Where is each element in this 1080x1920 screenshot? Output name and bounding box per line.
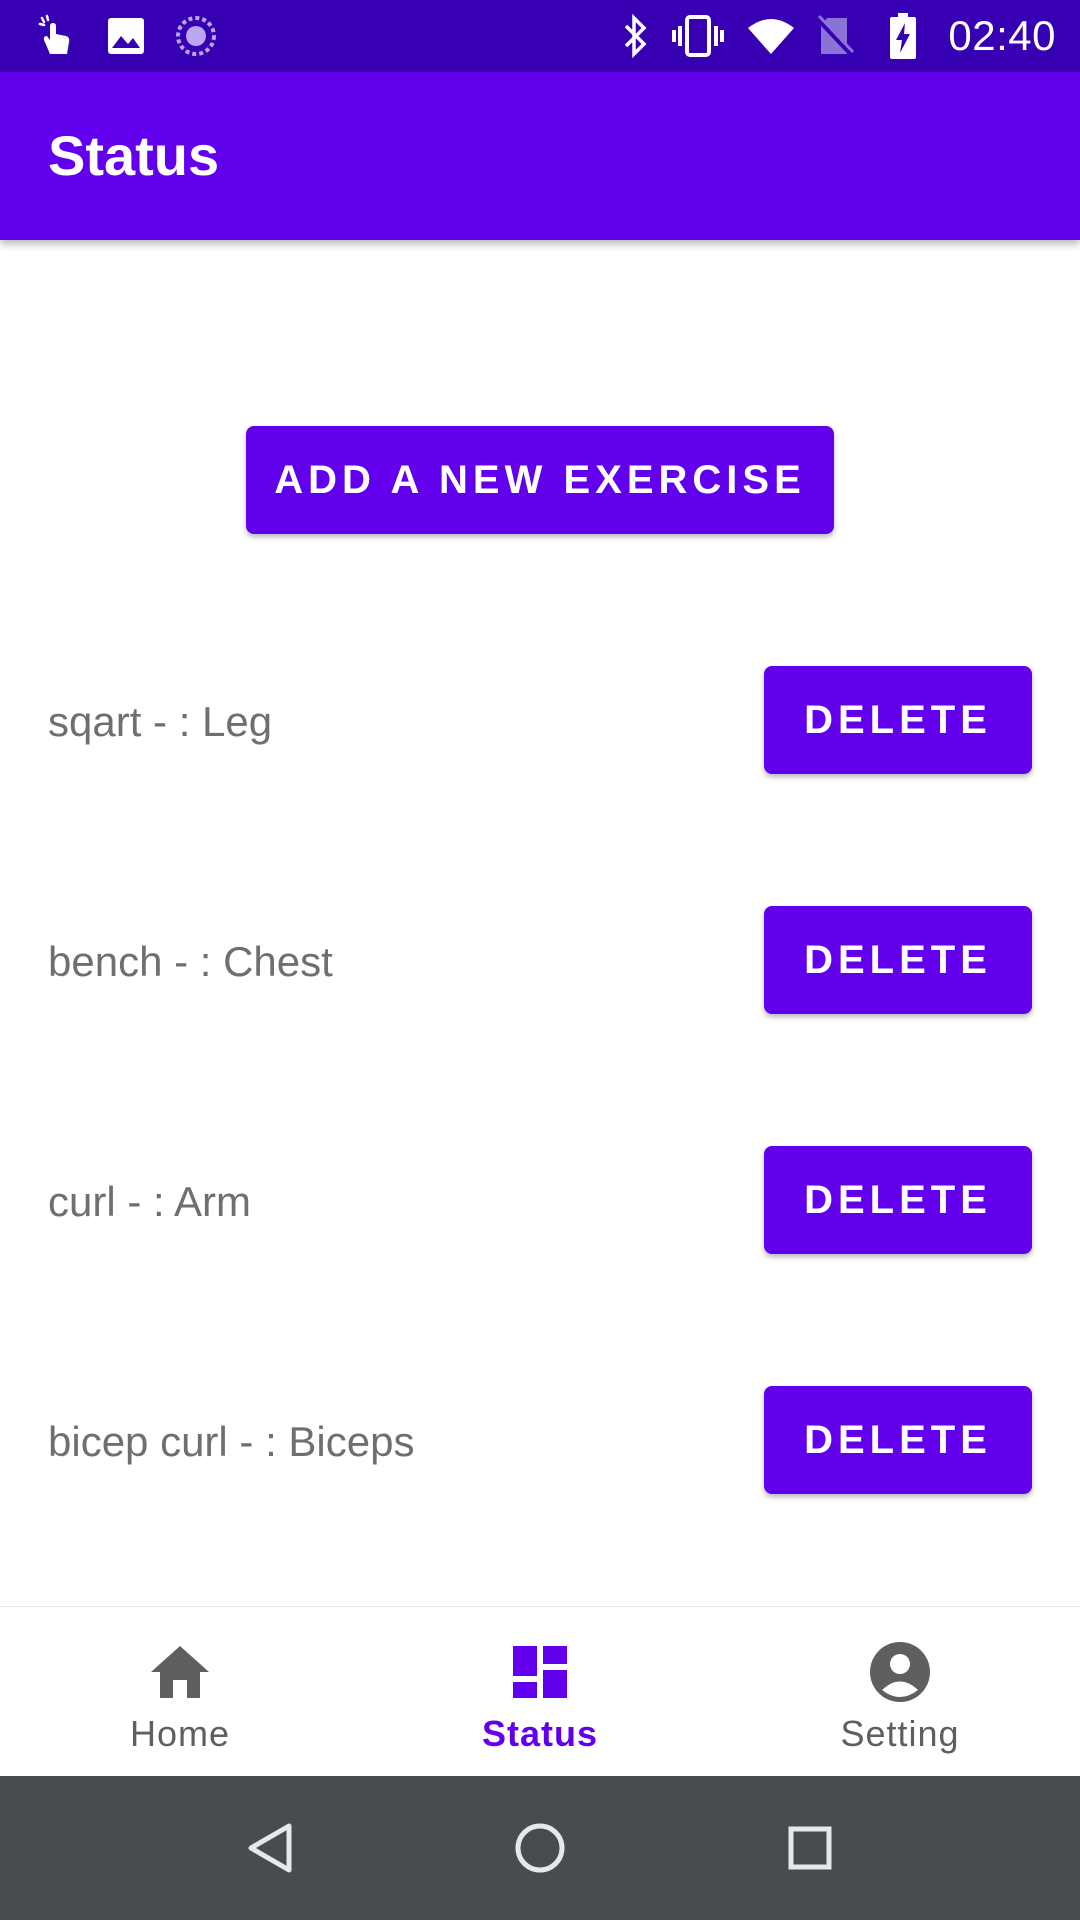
back-icon[interactable] — [232, 1810, 308, 1886]
add-exercise-button[interactable]: ADD A NEW EXERCISE — [246, 426, 834, 534]
vibrate-icon — [672, 14, 724, 58]
nav-label-setting: Setting — [840, 1713, 960, 1754]
sync-icon — [174, 14, 218, 58]
nav-item-setting[interactable]: Setting — [720, 1607, 1080, 1777]
nav-label-home: Home — [129, 1713, 231, 1754]
dashboard-icon — [507, 1639, 573, 1705]
no-sim-icon — [814, 14, 856, 58]
account-icon — [867, 1639, 933, 1705]
recents-icon[interactable] — [772, 1810, 848, 1886]
delete-button[interactable]: DELETE — [764, 666, 1032, 774]
bottom-navigation: Home Status Setting — [0, 1606, 1080, 1776]
bluetooth-icon — [618, 14, 652, 58]
status-time: 02:40 — [948, 12, 1056, 59]
image-icon — [104, 14, 148, 58]
delete-button[interactable]: DELETE — [764, 906, 1032, 1014]
exercise-label: sqart - : Leg — [48, 698, 273, 745]
exercise-label: bench - : Chest — [48, 938, 333, 985]
nav-label-status: Status — [481, 1713, 599, 1754]
home-circle-icon[interactable] — [502, 1810, 578, 1886]
page-title: Status — [48, 124, 220, 187]
status-bar: 02:40 — [0, 0, 1080, 72]
nav-item-home[interactable]: Home — [0, 1607, 360, 1777]
battery-charging-icon — [886, 13, 920, 59]
exercise-label: curl - : Arm — [48, 1178, 252, 1225]
delete-button[interactable]: DELETE — [764, 1386, 1032, 1494]
wifi-icon — [746, 14, 796, 58]
exercise-label: bicep curl - : Biceps — [48, 1418, 415, 1465]
delete-button[interactable]: DELETE — [764, 1146, 1032, 1254]
app-bar: Status — [0, 72, 1080, 240]
touch-icon — [34, 14, 78, 58]
home-icon — [147, 1639, 213, 1705]
system-navigation-bar — [0, 1776, 1080, 1920]
nav-item-status[interactable]: Status — [360, 1607, 720, 1777]
